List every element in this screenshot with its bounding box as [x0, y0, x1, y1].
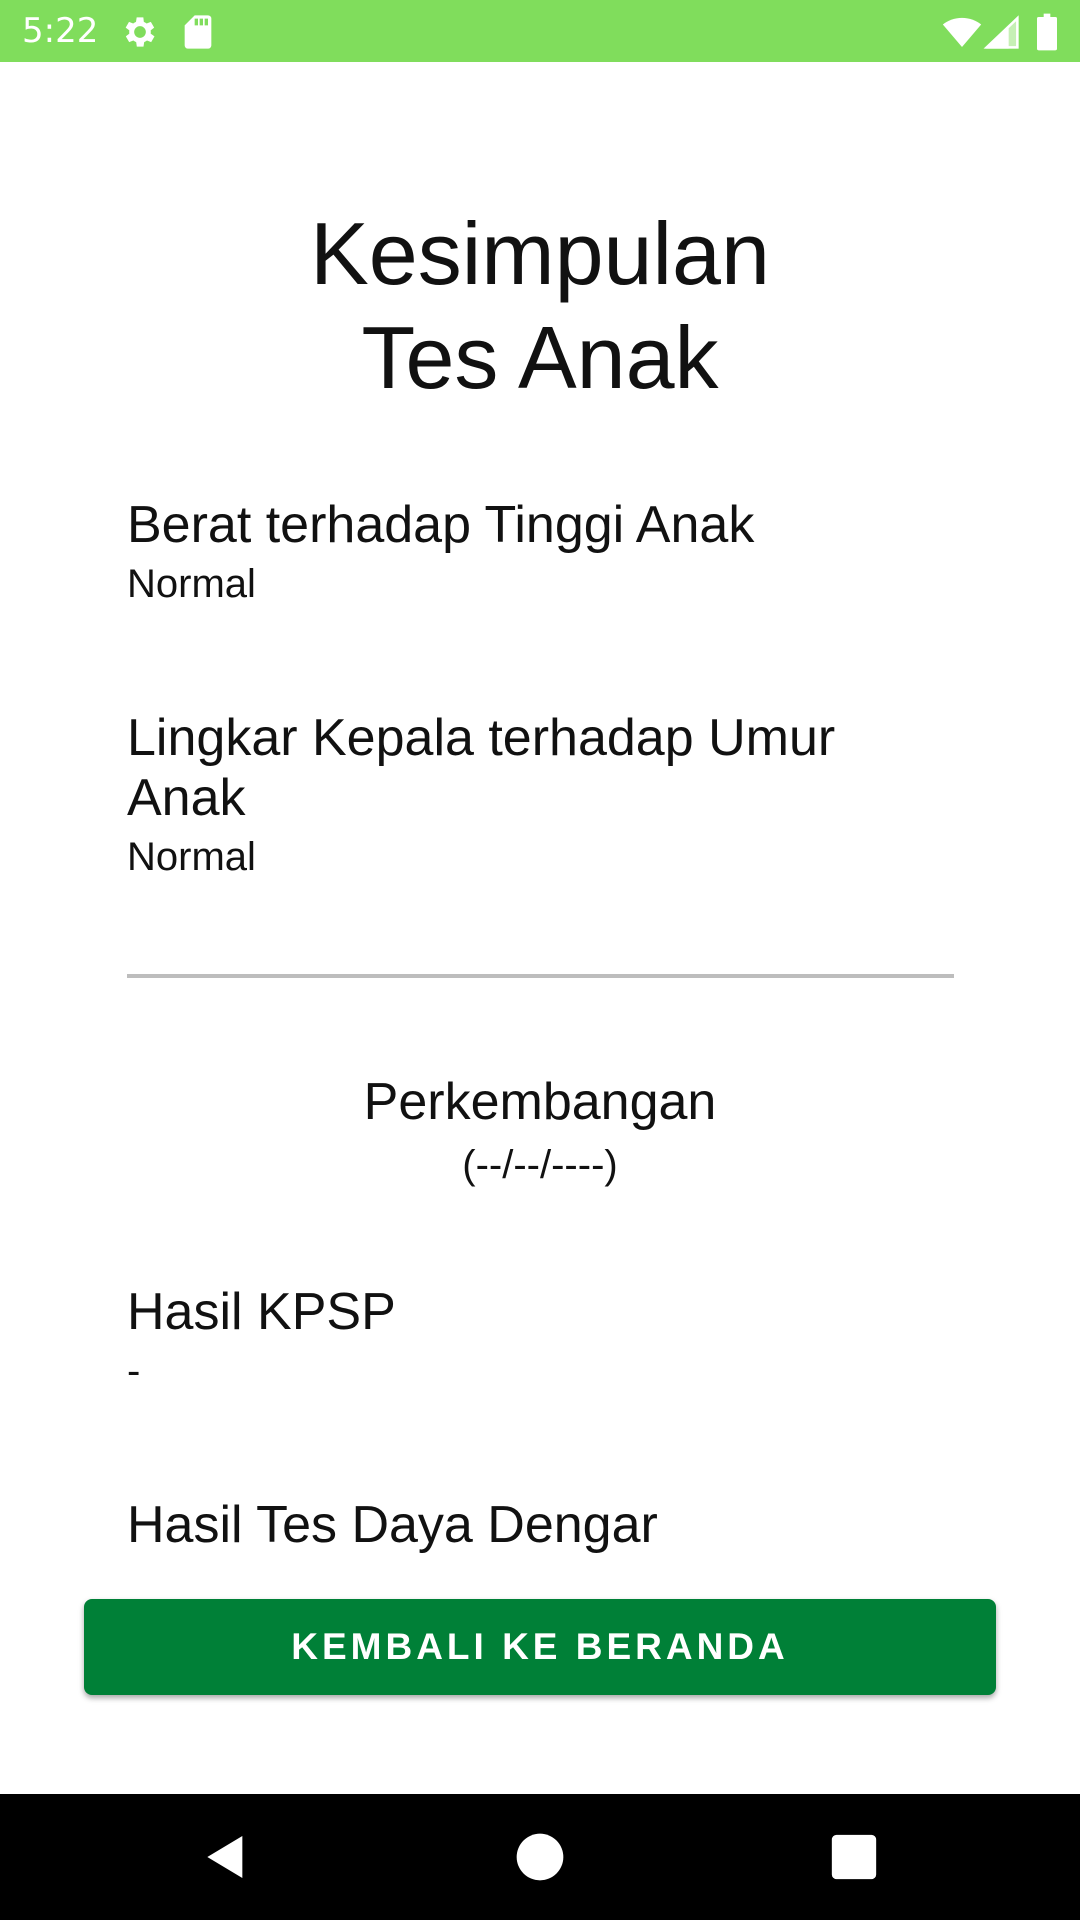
page-title-line-1: Kesimpulan [310, 204, 770, 303]
result-head-circumference: Lingkar Kepala terhadap Umur Anak Normal [127, 708, 887, 882]
home-icon[interactable] [512, 1829, 568, 1885]
result-label: Hasil KPSP [127, 1283, 396, 1341]
page-title: Kesimpulan Tes Anak [0, 202, 1080, 410]
result-value: Normal [127, 835, 256, 879]
sd-card-icon [178, 12, 218, 52]
status-time: 5:22 [22, 11, 99, 51]
result-label: Berat terhadap Tinggi Anak [127, 496, 755, 554]
back-to-home-button[interactable]: KEMBALI KE BERANDA [84, 1599, 996, 1695]
development-title: Perkembangan [363, 1073, 717, 1131]
back-icon[interactable] [198, 1829, 254, 1885]
result-kpsp: Hasil KPSP - [127, 1282, 967, 1396]
result-value: - [127, 1349, 141, 1393]
wifi-icon [942, 12, 982, 52]
status-bar: 5:22 [0, 0, 1080, 62]
result-value: Normal [127, 562, 256, 606]
divider [127, 974, 954, 978]
result-hearing-test: Hasil Tes Daya Dengar [127, 1495, 967, 1555]
settings-gear-icon [120, 12, 160, 52]
cell-signal-icon [982, 12, 1022, 52]
result-weight-for-height: Berat terhadap Tinggi Anak Normal [127, 495, 967, 609]
main-content: Kesimpulan Tes Anak Berat terhadap Tingg… [0, 62, 1080, 1794]
result-label: Lingkar Kepala terhadap Umur Anak [127, 709, 836, 827]
result-label: Hasil Tes Daya Dengar [127, 1496, 658, 1554]
battery-icon [1030, 12, 1064, 52]
development-date: (--/--/----) [462, 1143, 618, 1187]
page-title-line-2: Tes Anak [361, 308, 719, 407]
navigation-bar [0, 1794, 1080, 1920]
recents-icon[interactable] [826, 1829, 882, 1885]
